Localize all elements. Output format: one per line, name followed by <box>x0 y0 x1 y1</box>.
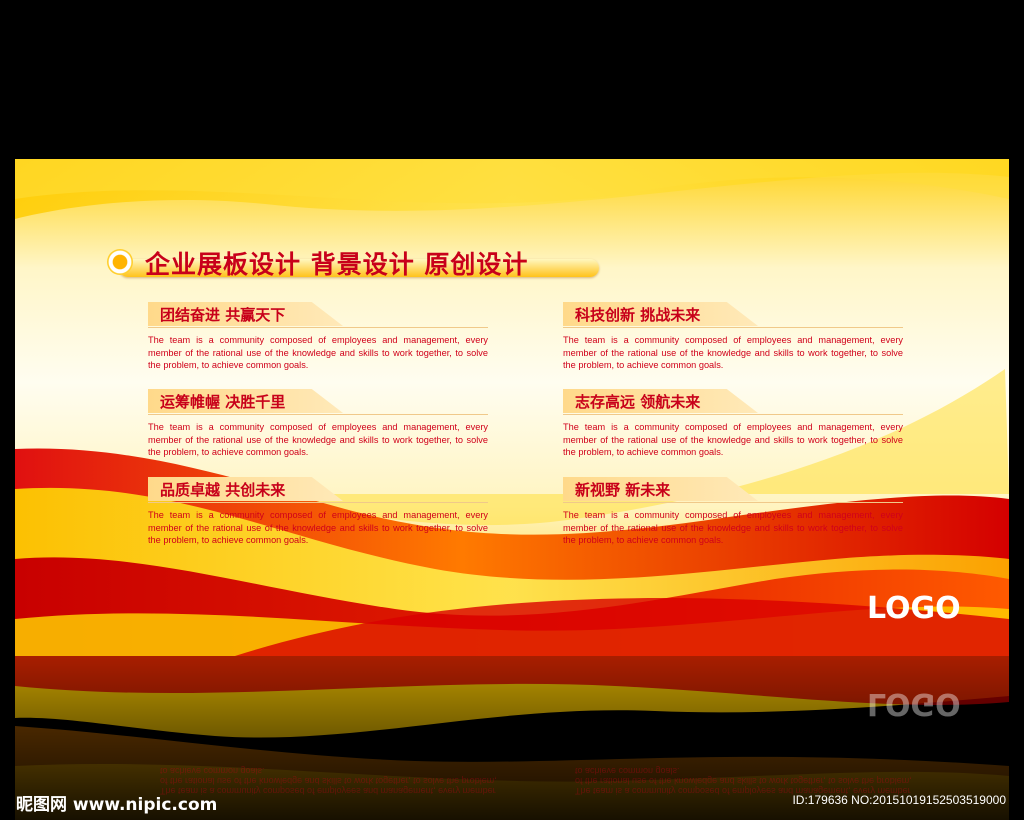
main-title-banner: 企业展板设计 背景设计 原创设计 <box>107 243 602 283</box>
item-description: The team is a community composed of empl… <box>148 335 488 370</box>
item-heading: 科技创新 挑战未来 <box>575 306 701 324</box>
content-item-6: 新视野 新未来 The team is a community composed… <box>563 477 923 547</box>
item-description: The team is a community composed of empl… <box>148 510 488 545</box>
item-heading-tag: 运筹帷幄 决胜千里 <box>148 389 343 413</box>
logo-reflection: LOGO <box>867 686 961 721</box>
item-heading: 新视野 新未来 <box>575 481 671 499</box>
item-heading-tag: 科技创新 挑战未来 <box>563 302 758 326</box>
title-bullet-icon <box>107 249 133 275</box>
content-item-3: 运筹帷幄 决胜千里 The team is a community compos… <box>148 389 508 459</box>
item-description: The team is a community composed of empl… <box>563 335 903 370</box>
item-heading-tag: 团结奋进 共赢天下 <box>148 302 343 326</box>
exhibition-board: 企业展板设计 背景设计 原创设计 团结奋进 共赢天下 The team is a… <box>15 159 1009 656</box>
content-item-2: 科技创新 挑战未来 The team is a community compos… <box>563 302 923 372</box>
item-heading: 志存高远 领航未来 <box>575 393 701 411</box>
content-item-5: 品质卓越 共创未来 The team is a community compos… <box>148 477 508 547</box>
item-description: The team is a community composed of empl… <box>148 422 488 457</box>
watermark-site: 昵图网 www.nipic.com <box>16 795 218 815</box>
content-item-4: 志存高远 领航未来 The team is a community compos… <box>563 389 923 459</box>
logo-text: LOGO <box>867 591 961 626</box>
description-reflection: The team is a community composed of empl… <box>575 766 912 796</box>
item-description: The team is a community composed of empl… <box>563 422 903 457</box>
item-heading-tag: 品质卓越 共创未来 <box>148 477 343 501</box>
content-item-1: 团结奋进 共赢天下 The team is a community compos… <box>148 302 508 372</box>
main-title: 企业展板设计 背景设计 原创设计 <box>145 250 529 279</box>
item-heading: 品质卓越 共创未来 <box>160 481 286 499</box>
item-heading: 团结奋进 共赢天下 <box>160 306 286 324</box>
item-heading-tag: 新视野 新未来 <box>563 477 758 501</box>
item-description: The team is a community composed of empl… <box>563 510 903 545</box>
watermark-id: ID:179636 NO:20151019152503519000 <box>792 793 1006 807</box>
item-heading-tag: 志存高远 领航未来 <box>563 389 758 413</box>
item-heading: 运筹帷幄 决胜千里 <box>160 393 286 411</box>
